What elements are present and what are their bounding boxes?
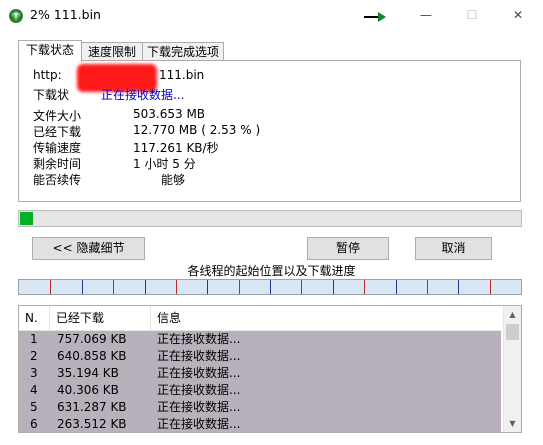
file-size-label: 文件大小 <box>33 109 82 123</box>
minimize-icon: — <box>420 8 432 22</box>
cell-n: 5 <box>30 400 38 414</box>
threads-map <box>18 279 522 295</box>
pause-button[interactable]: 暂停 <box>307 237 389 260</box>
state-label: 下载状 <box>33 88 70 102</box>
speed-value: 117.261 KB/秒 <box>133 141 219 155</box>
maximize-icon: ☐ <box>466 8 478 22</box>
close-button[interactable]: ✕ <box>495 0 541 30</box>
thread-marker <box>113 280 114 294</box>
tab-label: 速度限制 <box>87 45 136 59</box>
thread-marker <box>427 280 428 294</box>
cell-info: 正在接收数据... <box>157 383 241 397</box>
resume-row: 能否续传 能够 <box>33 171 185 188</box>
remaining-value: 1 小时 5 分 <box>133 157 196 171</box>
cell-n: 2 <box>30 349 38 363</box>
status-panel: http: 111.bin 下载状 正在接收数据... 文件大小 503.653… <box>18 60 521 202</box>
cell-info: 正在接收数据... <box>157 400 241 414</box>
col-header-downloaded[interactable]: 已经下载 <box>50 306 151 330</box>
progress-bar <box>18 210 522 227</box>
cancel-button[interactable]: 取消 <box>415 237 492 260</box>
thread-marker <box>458 280 459 294</box>
tab-speed-limit[interactable]: 速度限制 <box>80 42 144 61</box>
table-row[interactable]: 2 640.858 KB 正在接收数据... <box>19 348 501 365</box>
downloaded-value: 12.770 MB ( 2.53 % ) <box>133 123 261 137</box>
title-bar: 2% 111.bin — ☐ ✕ <box>0 0 543 30</box>
col-header-info[interactable]: 信息 <box>151 306 501 330</box>
thread-marker <box>364 280 365 294</box>
cell-info: 正在接收数据... <box>157 349 241 363</box>
url-prefix: http: <box>33 68 62 82</box>
maximize-button[interactable]: ☐ <box>449 0 495 30</box>
vertical-scrollbar[interactable]: ▲ ▼ <box>503 306 521 432</box>
hide-details-button[interactable]: << 隐藏细节 <box>32 237 145 260</box>
thread-marker <box>50 280 51 294</box>
threads-label: 各线程的起始位置以及下载进度 <box>187 264 356 278</box>
downloaded-label: 已经下载 <box>33 125 82 139</box>
table-row[interactable]: 1 757.069 KB 正在接收数据... <box>19 331 501 348</box>
minimize-button[interactable]: — <box>403 0 449 30</box>
cell-n: 6 <box>30 417 38 431</box>
thread-marker <box>301 280 302 294</box>
thread-marker <box>490 280 491 294</box>
state-value: 正在接收数据... <box>101 88 185 102</box>
cell-n: 4 <box>30 383 38 397</box>
speed-label: 传输速度 <box>33 141 82 155</box>
list-rows: 1 757.069 KB 正在接收数据... 2 640.858 KB 正在接收数据...… <box>19 331 501 432</box>
progress-fill <box>20 212 33 225</box>
url-row: http: 111.bin <box>33 64 204 92</box>
file-size-row: 文件大小 503.653 MB <box>33 107 205 124</box>
app-icon <box>9 9 23 23</box>
cell-downloaded: 631.287 KB <box>57 400 127 414</box>
file-size-value: 503.653 MB <box>133 107 206 121</box>
tab-label: 下载状态 <box>25 43 74 57</box>
downloaded-row: 已经下载 12.770 MB ( 2.53 % ) <box>33 123 260 140</box>
cell-n: 1 <box>30 332 38 346</box>
thread-marker <box>176 280 177 294</box>
thread-marker <box>207 280 208 294</box>
scroll-thumb[interactable] <box>506 324 519 340</box>
arrow-icon[interactable] <box>364 12 386 22</box>
cell-downloaded: 640.858 KB <box>57 349 127 363</box>
tab-label: 下载完成选项 <box>146 45 219 59</box>
thread-marker <box>145 280 146 294</box>
scroll-down-icon[interactable]: ▼ <box>504 415 521 432</box>
remaining-row: 剩余时间 1 小时 5 分 <box>33 155 196 172</box>
resume-label: 能否续传 <box>33 173 82 187</box>
thread-marker <box>239 280 240 294</box>
tab-completion-options[interactable]: 下载完成选项 <box>142 42 224 61</box>
cell-info: 正在接收数据... <box>157 332 241 346</box>
speed-row: 传输速度 117.261 KB/秒 <box>33 139 219 156</box>
tab-download-status[interactable]: 下载状态 <box>18 40 82 62</box>
thread-marker <box>396 280 397 294</box>
cell-info: 正在接收数据... <box>157 366 241 380</box>
resume-value: 能够 <box>161 173 186 187</box>
scroll-up-icon[interactable]: ▲ <box>504 306 521 323</box>
cell-n: 3 <box>30 366 38 380</box>
url-suffix: 111.bin <box>159 68 205 82</box>
table-row[interactable]: 6 263.512 KB 正在接收数据... <box>19 416 501 432</box>
close-icon: ✕ <box>512 8 524 22</box>
thread-marker <box>270 280 271 294</box>
cell-downloaded: 263.512 KB <box>57 417 127 431</box>
thread-marker <box>82 280 83 294</box>
state-row: 下载状 正在接收数据... <box>33 86 184 103</box>
remaining-label: 剩余时间 <box>33 157 82 171</box>
thread-marker <box>333 280 334 294</box>
table-row[interactable]: 3 35.194 KB 正在接收数据... <box>19 365 501 382</box>
table-row[interactable]: 5 631.287 KB 正在接收数据... <box>19 399 501 416</box>
table-row[interactable]: 4 40.306 KB 正在接收数据... <box>19 382 501 399</box>
col-header-n[interactable]: N. <box>19 306 50 330</box>
cell-downloaded: 757.069 KB <box>57 332 127 346</box>
cell-downloaded: 35.194 KB <box>57 366 119 380</box>
list-header: N. 已经下载 信息 <box>19 306 501 331</box>
thread-list: N. 已经下载 信息 1 757.069 KB 正在接收数据... 2 640.858 … <box>18 305 522 433</box>
cell-downloaded: 40.306 KB <box>57 383 119 397</box>
window-title: 2% 111.bin <box>30 7 101 22</box>
cell-info: 正在接收数据... <box>157 417 241 431</box>
